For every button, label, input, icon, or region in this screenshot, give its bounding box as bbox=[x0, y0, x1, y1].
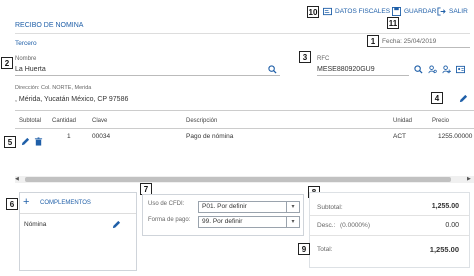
col-unidad: Unidad bbox=[393, 118, 413, 124]
complementos-title: COMPLEMENTOS bbox=[40, 200, 91, 206]
col-descripcion: Descripción bbox=[186, 118, 218, 124]
salir-label: SALIR bbox=[449, 8, 468, 15]
fecha-field[interactable]: Fecha: 25/04/2019 bbox=[382, 38, 436, 45]
salir-button[interactable]: SALIR bbox=[437, 7, 468, 16]
callout-9: 9 bbox=[298, 243, 310, 255]
callout-6: 6 bbox=[6, 198, 18, 210]
id-card-icon bbox=[323, 7, 332, 16]
exit-icon bbox=[437, 7, 446, 16]
chevron-down-icon: ▾ bbox=[286, 202, 299, 212]
add-complemento-icon[interactable]: + bbox=[23, 197, 29, 208]
complementos-divider bbox=[20, 213, 136, 214]
complementos-panel: + COMPLEMENTOS Nómina bbox=[19, 192, 137, 271]
tercero-label: Tercero bbox=[15, 40, 37, 47]
complemento-item-nomina[interactable]: Nómina bbox=[24, 221, 46, 228]
col-cantidad: Cantidad bbox=[52, 118, 77, 124]
scroll-right-arrow[interactable]: ▶ bbox=[467, 177, 471, 182]
contact-card-icon[interactable] bbox=[456, 65, 465, 74]
callout-4: 4 bbox=[431, 92, 443, 104]
uso-cfdi-label: Uso de CFDI: bbox=[148, 201, 185, 207]
cfdi-panel: Uso de CFDI: P01. Por definir ▾ Forma de… bbox=[142, 194, 304, 236]
row-descripcion: Pago de nómina bbox=[186, 133, 234, 140]
user-search-icon[interactable] bbox=[428, 65, 437, 74]
desc-label: Desc.: bbox=[317, 222, 336, 229]
rfc-label: RFC bbox=[317, 56, 330, 62]
col-precio: Precio bbox=[432, 118, 450, 124]
title-divider bbox=[15, 33, 470, 34]
scrollbar-thumb[interactable] bbox=[25, 177, 451, 182]
row-unidad: ACT bbox=[393, 133, 406, 140]
uso-cfdi-value: P01. Por definir bbox=[202, 203, 247, 210]
row-precio: 1255.00000 bbox=[438, 133, 473, 140]
desc-percent: (0.0000%) bbox=[340, 222, 370, 229]
search-icon[interactable] bbox=[414, 65, 423, 74]
desc-value: 0.00 bbox=[445, 222, 459, 229]
table-scrollbar[interactable]: ◀ ▶ bbox=[15, 176, 474, 183]
callout-1: 1 bbox=[367, 35, 379, 47]
uso-cfdi-select[interactable]: P01. Por definir ▾ bbox=[198, 201, 300, 213]
col-clave: Clave bbox=[92, 118, 108, 124]
page-title: RECIBO DE NOMINA bbox=[15, 22, 84, 29]
callout-5: 5 bbox=[4, 136, 16, 148]
edit-icon[interactable] bbox=[112, 220, 121, 229]
rfc-underline bbox=[317, 75, 409, 76]
fecha-underline bbox=[380, 47, 470, 48]
total-label: Total: bbox=[317, 246, 333, 253]
total-value: 1,255.00 bbox=[429, 245, 459, 254]
table-header-border bbox=[15, 128, 474, 129]
edit-icon[interactable] bbox=[21, 137, 30, 146]
totals-panel: Subtotal: 1,255.00 Desc.: (0.0000%) 0.00… bbox=[309, 192, 470, 268]
nombre-underline bbox=[15, 75, 280, 76]
guardar-label: GUARDAR bbox=[404, 8, 437, 15]
search-icon[interactable] bbox=[268, 65, 277, 74]
subtotal-value: 1,255.00 bbox=[431, 203, 459, 210]
table-top-border bbox=[15, 110, 474, 111]
callout-3: 3 bbox=[299, 51, 311, 63]
edit-icon[interactable] bbox=[459, 94, 468, 103]
user-add-icon[interactable] bbox=[442, 65, 451, 74]
callout-2: 2 bbox=[1, 57, 13, 69]
save-icon bbox=[392, 7, 401, 16]
row-cantidad: 1 bbox=[67, 133, 71, 140]
chevron-down-icon: ▾ bbox=[286, 217, 299, 227]
row-clave: 00034 bbox=[92, 133, 111, 140]
datos-fiscales-button[interactable]: DATOS FISCALES bbox=[323, 7, 390, 16]
direccion-line1: Dirección: Col. NORTE, Merida bbox=[15, 85, 92, 91]
rfc-input[interactable]: MESE880920GU9 bbox=[317, 66, 375, 73]
desc-divider bbox=[310, 235, 469, 236]
forma-pago-select[interactable]: 99. Por definir ▾ bbox=[198, 216, 300, 228]
scroll-left-arrow[interactable]: ◀ bbox=[15, 177, 19, 182]
subtotal-label: Subtotal: bbox=[317, 204, 343, 211]
delete-icon[interactable] bbox=[34, 137, 43, 146]
nombre-label: Nombre bbox=[15, 56, 37, 62]
guardar-button[interactable]: GUARDAR bbox=[392, 7, 437, 16]
nombre-input[interactable]: La Huerta bbox=[15, 66, 46, 73]
datos-fiscales-label: DATOS FISCALES bbox=[335, 8, 391, 15]
col-subtotal: Subtotal bbox=[19, 118, 42, 124]
callout-11: 11 bbox=[387, 17, 399, 29]
direccion-line2: , Mérida, Yucatán México, CP 97586 bbox=[15, 96, 129, 103]
forma-pago-value: 99. Por definir bbox=[202, 218, 243, 225]
forma-pago-label: Forma de pago: bbox=[148, 217, 191, 223]
subtotal-divider bbox=[310, 215, 469, 216]
callout-10: 10 bbox=[307, 6, 319, 18]
